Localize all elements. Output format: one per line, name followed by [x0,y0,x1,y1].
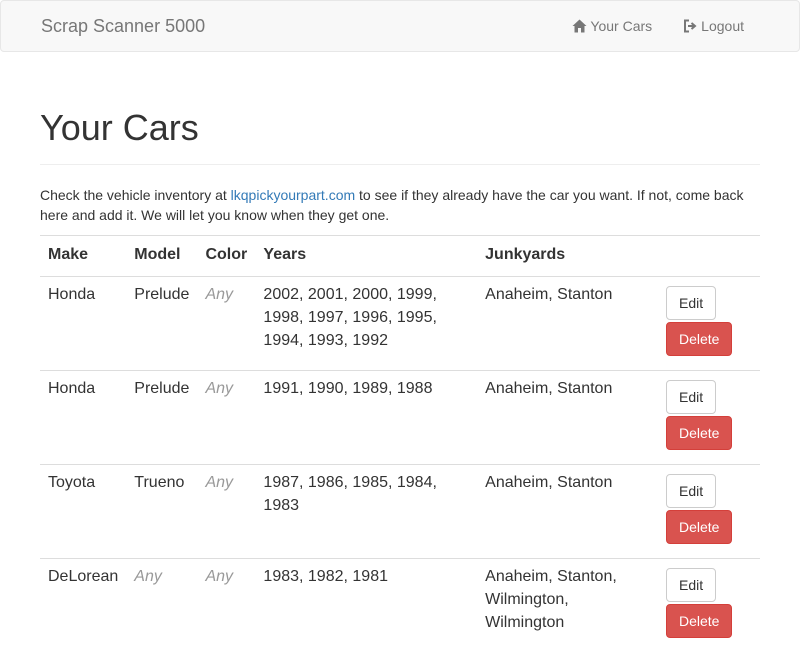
intro-text-before: Check the vehicle inventory at [40,187,231,203]
main-container: Your Cars Check the vehicle inventory at… [40,52,760,652]
cell-years: 1983, 1982, 1981 [255,559,477,652]
cell-actions: Edit Delete [658,465,760,559]
cell-junkyards: Anaheim, Stanton [477,465,658,559]
cell-make: Honda [40,277,126,371]
nav-logout-link[interactable]: Logout [667,1,799,51]
page-header: Your Cars [40,108,760,165]
cell-model: Any [126,559,197,652]
cell-actions: Edit Delete [658,371,760,465]
page-title: Your Cars [40,108,760,148]
table-row: Honda Prelude Any 1991, 1990, 1989, 1988… [40,371,760,465]
delete-button[interactable]: Delete [666,322,732,356]
cell-years: 1991, 1990, 1989, 1988 [255,371,477,465]
cell-color: Any [197,465,255,559]
nav-your-cars-label: Your Cars [590,18,652,34]
cell-junkyards: Anaheim, Stanton [477,277,658,371]
cell-make: Toyota [40,465,126,559]
lkq-link[interactable]: lkqpickyourpart.com [231,187,356,203]
brand-link[interactable]: Scrap Scanner 5000 [41,16,205,36]
cell-years: 2002, 2001, 2000, 1999, 1998, 1997, 1996… [255,277,477,371]
edit-button[interactable]: Edit [666,286,716,320]
edit-button[interactable]: Edit [666,474,716,508]
cell-model: Trueno [126,465,197,559]
logout-icon [682,18,698,34]
header-junkyards: Junkyards [477,236,658,277]
delete-button[interactable]: Delete [666,604,732,638]
nav-your-cars-link[interactable]: Your Cars [556,1,667,51]
intro-text: Check the vehicle inventory at lkqpickyo… [40,185,760,225]
cell-color: Any [197,371,255,465]
header-make: Make [40,236,126,277]
cell-make: DeLorean [40,559,126,652]
cell-color: Any [197,277,255,371]
delete-button[interactable]: Delete [666,416,732,450]
cell-model: Prelude [126,277,197,371]
cell-model: Prelude [126,371,197,465]
header-years: Years [255,236,477,277]
nav-menu: Your Cars Logout [556,1,799,51]
delete-button[interactable]: Delete [666,510,732,544]
cell-make: Honda [40,371,126,465]
header-actions [658,236,760,277]
nav-logout-label: Logout [701,18,744,34]
cars-table: Make Model Color Years Junkyards Honda P… [40,235,760,652]
table-row: DeLorean Any Any 1983, 1982, 1981 Anahei… [40,559,760,652]
cell-actions: Edit Delete [658,559,760,652]
cell-junkyards: Anaheim, Stanton, Wilmington, Wilmington [477,559,658,652]
cell-actions: Edit Delete [658,277,760,371]
table-row: Honda Prelude Any 2002, 2001, 2000, 1999… [40,277,760,371]
cell-junkyards: Anaheim, Stanton [477,371,658,465]
table-row: Toyota Trueno Any 1987, 1986, 1985, 1984… [40,465,760,559]
header-color: Color [197,236,255,277]
cell-color: Any [197,559,255,652]
header-model: Model [126,236,197,277]
home-icon [571,18,587,34]
table-header-row: Make Model Color Years Junkyards [40,236,760,277]
navbar: Scrap Scanner 5000 Your Cars Logout [0,0,800,52]
edit-button[interactable]: Edit [666,568,716,602]
edit-button[interactable]: Edit [666,380,716,414]
cell-years: 1987, 1986, 1985, 1984, 1983 [255,465,477,559]
